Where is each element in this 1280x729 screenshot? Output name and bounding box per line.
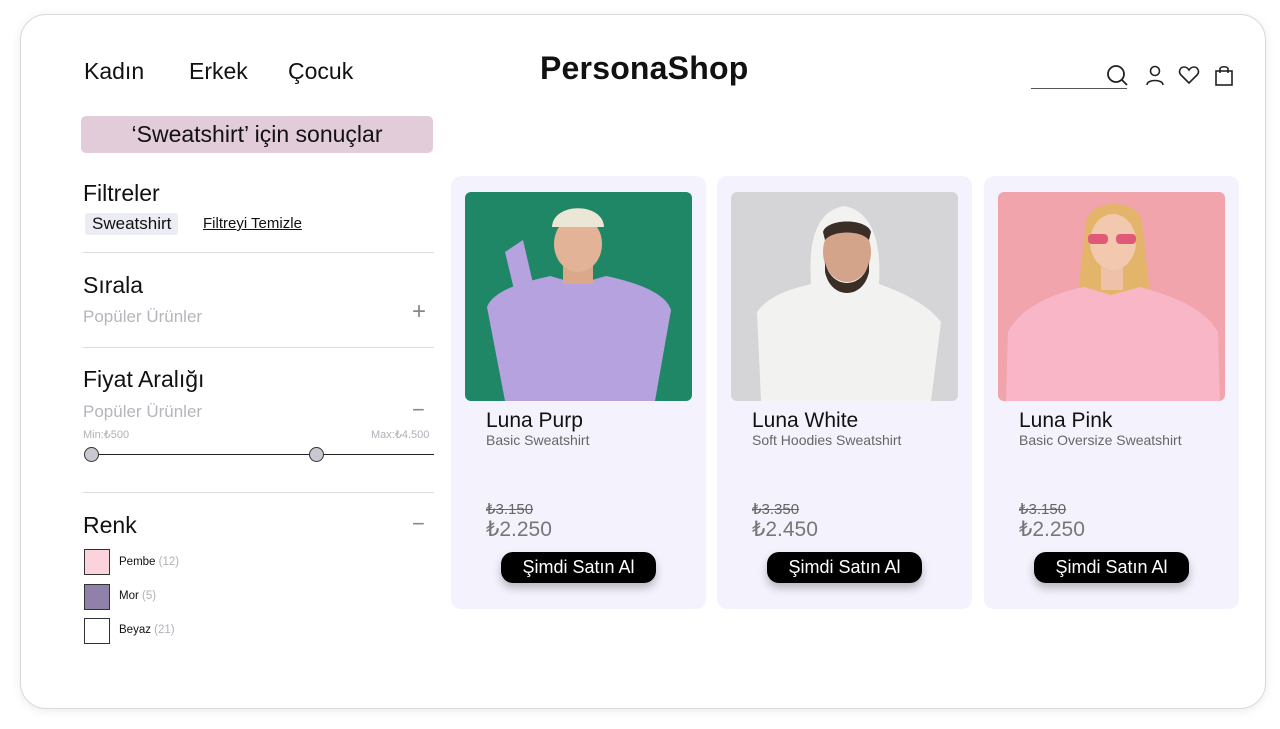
product-image <box>998 192 1225 401</box>
color-option-mor[interactable]: Mor (5) <box>119 590 156 602</box>
sort-expand-toggle[interactable]: + <box>412 300 426 324</box>
product-price: ₺2.450 <box>752 518 818 541</box>
color-option-beyaz[interactable]: Beyaz (21) <box>119 624 175 636</box>
product-photo[interactable] <box>731 192 958 401</box>
product-photo[interactable] <box>465 192 692 401</box>
filters-title: Filtreler <box>83 180 160 206</box>
product-old-price: ₺3.150 <box>486 501 534 518</box>
color-option-pembe[interactable]: Pembe (12) <box>119 556 179 568</box>
search-icon[interactable] <box>1106 64 1128 86</box>
product-price: ₺2.250 <box>486 518 552 541</box>
active-filter-chip[interactable]: Sweatshirt <box>85 213 179 235</box>
product-photo[interactable] <box>998 192 1225 401</box>
color-count: (21) <box>154 624 175 636</box>
product-old-price: ₺3.150 <box>1019 501 1067 518</box>
color-checkbox-mor[interactable] <box>84 584 110 610</box>
product-card[interactable]: Luna White Soft Hoodies Sweatshirt ₺3.35… <box>717 176 972 609</box>
product-old-price: ₺3.350 <box>752 501 800 518</box>
price-max-label: Max:₺4.500 <box>371 429 430 441</box>
nav-kadin[interactable]: Kadın <box>84 58 144 85</box>
sort-title: Sırala <box>83 272 144 298</box>
price-collapse-toggle[interactable]: − <box>412 399 425 421</box>
logo[interactable]: PersonaShop <box>540 50 748 87</box>
product-subtitle: Basic Sweatshirt <box>486 432 590 448</box>
product-subtitle: Soft Hoodies Sweatshirt <box>752 432 902 448</box>
results-banner: ‘Sweatshirt’ için sonuçlar <box>81 116 433 153</box>
color-collapse-toggle[interactable]: − <box>412 513 425 535</box>
product-image <box>465 192 692 401</box>
product-card[interactable]: Luna Purp Basic Sweatshirt ₺3.150 ₺2.250… <box>451 176 706 609</box>
bag-icon[interactable] <box>1213 64 1235 86</box>
color-checkbox-pembe[interactable] <box>84 549 110 575</box>
clear-filter-link[interactable]: Filtreyi Temizle <box>203 215 302 232</box>
price-range-value[interactable]: Popüler Ürünler <box>83 402 202 422</box>
nav-cocuk[interactable]: Çocuk <box>288 58 353 85</box>
price-slider-max-handle[interactable] <box>309 447 324 462</box>
sort-value[interactable]: Popüler Ürünler <box>83 307 202 327</box>
divider <box>83 492 434 493</box>
price-min-label: Min:₺500 <box>83 429 130 441</box>
search-input[interactable] <box>1031 88 1127 89</box>
product-subtitle: Basic Oversize Sweatshirt <box>1019 432 1182 448</box>
divider <box>83 252 434 253</box>
buy-now-button[interactable]: Şimdi Satın Al <box>767 552 922 583</box>
nav-erkek[interactable]: Erkek <box>189 58 248 85</box>
product-name[interactable]: Luna White <box>752 409 858 433</box>
price-slider-min-handle[interactable] <box>84 447 99 462</box>
buy-now-button[interactable]: Şimdi Satın Al <box>1034 552 1189 583</box>
product-card[interactable]: Luna Pink Basic Oversize Sweatshirt ₺3.1… <box>984 176 1239 609</box>
color-checkbox-beyaz[interactable] <box>84 618 110 644</box>
product-image <box>731 192 958 401</box>
user-icon[interactable] <box>1144 64 1166 86</box>
heart-icon[interactable] <box>1178 64 1200 86</box>
color-count: (12) <box>158 556 180 568</box>
price-range-title: Fiyat Aralığı <box>83 366 205 392</box>
buy-now-button[interactable]: Şimdi Satın Al <box>501 552 656 583</box>
price-slider-track[interactable] <box>90 454 434 455</box>
product-price: ₺2.250 <box>1019 518 1085 541</box>
color-title: Renk <box>83 512 137 538</box>
product-name[interactable]: Luna Pink <box>1019 409 1112 433</box>
product-name[interactable]: Luna Purp <box>486 409 583 433</box>
color-count: (5) <box>142 590 157 602</box>
divider <box>83 347 434 348</box>
